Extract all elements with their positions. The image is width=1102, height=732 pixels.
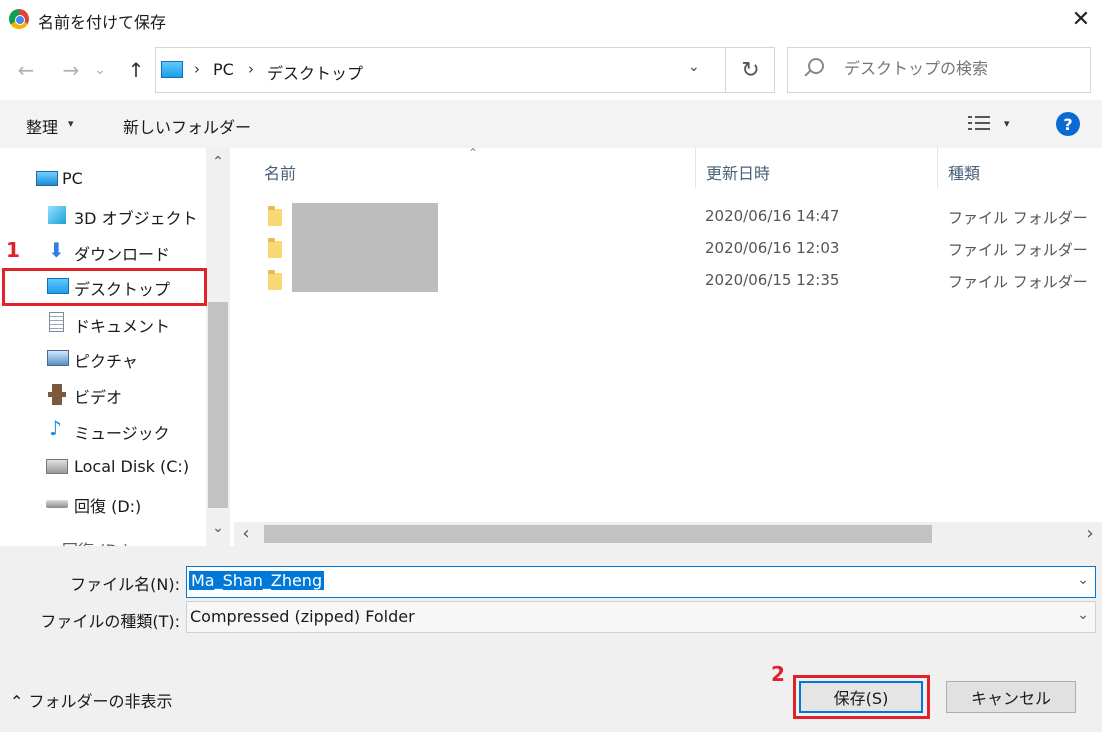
command-bar: 整理 ▾ 新しいフォルダー ▾: [0, 100, 1102, 148]
pc-icon: [36, 171, 58, 186]
title-bar: 名前を付けて保存 ✕: [0, 0, 1102, 38]
organize-button[interactable]: 整理: [26, 114, 58, 138]
save-form: ファイル名(N): Ma_Shan_Zheng ⌄ ファイルの種類(T): Co…: [0, 546, 1102, 732]
refresh-button[interactable]: ↻: [725, 48, 775, 92]
filename-input[interactable]: Ma_Shan_Zheng: [189, 571, 325, 590]
file-type: ファイル フォルダー: [948, 273, 1088, 291]
column-header-date[interactable]: 更新日時: [706, 160, 770, 184]
chevron-down-icon[interactable]: ⌄: [1077, 607, 1089, 623]
file-type: ファイル フォルダー: [948, 209, 1088, 227]
horizontal-scrollbar-thumb[interactable]: [264, 525, 932, 543]
nav-item-pc[interactable]: PC: [0, 162, 206, 196]
local-disk-icon: [46, 459, 68, 474]
nav-item-label: 3D オブジェクト: [74, 209, 198, 228]
nav-item-label: ピクチャ: [74, 352, 138, 371]
new-folder-button[interactable]: 新しいフォルダー: [123, 114, 251, 138]
column-divider[interactable]: [937, 148, 938, 188]
nav-item-local-disk[interactable]: Local Disk (C:): [0, 450, 206, 484]
column-divider[interactable]: [695, 148, 696, 188]
video-icon: [48, 384, 66, 405]
sort-ascending-icon: ⌃: [468, 146, 479, 160]
recent-locations-button[interactable]: ⌄: [90, 54, 110, 86]
back-button[interactable]: ←: [10, 54, 42, 86]
recovery-drive-icon: [46, 500, 68, 508]
file-date: 2020/06/15 12:35: [705, 271, 840, 289]
nav-item-recovery-drive[interactable]: 回復 (D:): [0, 486, 206, 520]
pictures-icon: [47, 350, 69, 366]
nav-item-label: 回復 (D:): [74, 497, 142, 516]
nav-item-label: ドキュメント: [74, 317, 171, 336]
file-list: ⌃ 名前 更新日時 種類 2020/06/16 14:47 ファイル フォルダー…: [234, 146, 1102, 546]
file-date: 2020/06/16 14:47: [705, 207, 840, 225]
cancel-button[interactable]: キャンセル: [946, 681, 1076, 713]
file-type: ファイル フォルダー: [948, 241, 1088, 259]
filetype-select[interactable]: Compressed (zipped) Folder ⌄: [186, 601, 1096, 633]
nav-scrollbar[interactable]: ⌃ ⌄: [206, 148, 230, 546]
redacted-filenames: [292, 203, 438, 292]
scroll-up-icon[interactable]: ⌃: [206, 154, 230, 170]
up-button[interactable]: ↑: [120, 54, 152, 86]
document-icon: [49, 312, 64, 332]
file-date: 2020/06/16 12:03: [705, 239, 840, 257]
step1-highlight: [2, 268, 207, 306]
search-input[interactable]: [844, 59, 1074, 78]
breadcrumb-desktop[interactable]: デスクトップ: [267, 60, 363, 84]
save-button[interactable]: 保存(S): [799, 681, 923, 713]
filename-combobox[interactable]: Ma_Shan_Zheng ⌄: [186, 566, 1096, 598]
nav-item-label: ミュージック: [74, 424, 170, 443]
hide-folders-label: フォルダーの非表示: [28, 692, 173, 711]
column-header-type[interactable]: 種類: [948, 160, 980, 184]
hide-folders-button[interactable]: ⌃ フォルダーの非表示: [10, 688, 173, 712]
window-title: 名前を付けて保存: [38, 13, 167, 32]
nav-item-videos[interactable]: ビデオ: [0, 377, 206, 411]
navigation-pane: PC 3D オブジェクト ⬇ ダウンロード デスクトップ ドキュメント ピクチャ…: [0, 148, 230, 546]
breadcrumb-pc[interactable]: PC: [213, 60, 234, 79]
nav-item-label: ビデオ: [74, 388, 123, 407]
horizontal-scrollbar[interactable]: ‹ ›: [234, 522, 1102, 546]
close-button[interactable]: ✕: [1060, 0, 1102, 38]
download-icon: ⬇: [48, 238, 65, 262]
nav-item-label: ダウンロード: [74, 245, 171, 264]
nav-item-documents[interactable]: ドキュメント: [0, 306, 206, 340]
step1-marker: 1: [6, 238, 20, 262]
organize-dropdown-icon[interactable]: ▾: [68, 117, 74, 130]
filetype-label: ファイルの種類(T):: [40, 612, 180, 631]
desktop-icon: [161, 61, 183, 78]
chevron-down-icon[interactable]: ⌄: [1077, 572, 1089, 588]
scroll-down-icon[interactable]: ⌄: [206, 520, 230, 536]
breadcrumb-separator: ›: [194, 60, 200, 78]
view-options-icon[interactable]: [968, 114, 990, 132]
breadcrumb-separator: ›: [248, 60, 254, 78]
forward-button[interactable]: →: [55, 54, 87, 86]
view-dropdown-icon[interactable]: ▾: [1004, 117, 1010, 130]
nav-scrollbar-thumb[interactable]: [208, 302, 228, 508]
address-dropdown-icon[interactable]: ⌄: [688, 59, 700, 75]
nav-item-label: Local Disk (C:): [74, 457, 190, 476]
nav-item-label: 回復 (D:): [62, 537, 129, 546]
step2-marker: 2: [771, 662, 785, 686]
search-box[interactable]: [787, 47, 1091, 93]
nav-item-pictures[interactable]: ピクチャ: [0, 341, 206, 375]
chrome-icon: [9, 9, 29, 29]
folder-icon: [268, 206, 282, 226]
scroll-left-icon[interactable]: ‹: [234, 523, 258, 544]
folder-icon: [268, 238, 282, 258]
scroll-right-icon[interactable]: ›: [1078, 523, 1102, 544]
nav-item-3d-objects[interactable]: 3D オブジェクト: [0, 198, 206, 232]
folder-icon: [268, 270, 282, 290]
chevron-up-icon: ⌃: [10, 692, 24, 711]
filename-label: ファイル名(N):: [70, 575, 180, 594]
nav-item-music[interactable]: ♪ ミュージック: [0, 413, 206, 447]
nav-item-downloads[interactable]: ⬇ ダウンロード: [0, 234, 206, 268]
nav-item-label: PC: [62, 169, 83, 188]
music-icon: ♪: [49, 416, 62, 440]
nav-item-recovery-drive[interactable]: 回復 (D:): [0, 530, 206, 546]
3d-objects-icon: [48, 206, 66, 224]
search-icon: [808, 58, 824, 74]
column-header-name[interactable]: 名前: [264, 160, 296, 184]
filetype-value: Compressed (zipped) Folder: [190, 607, 415, 626]
address-bar[interactable]: › PC › デスクトップ ⌄ ↻: [155, 47, 775, 93]
help-button[interactable]: ?: [1056, 112, 1080, 136]
